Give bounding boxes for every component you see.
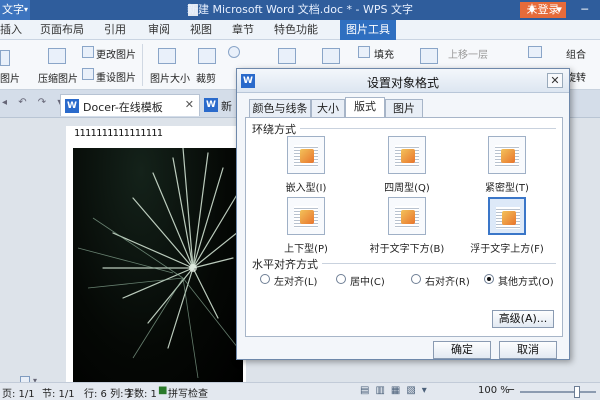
transparent-color-icon[interactable] [322,48,340,64]
tab-docer-templates[interactable]: W Docer-在线模板 ✕ [60,94,200,116]
fill-icon[interactable] [358,46,370,58]
tab-picture[interactable]: 图片 [385,99,423,117]
ok-button[interactable]: 确定 [433,341,491,359]
insert-picture-icon[interactable] [0,50,10,66]
tab-label: 新 [221,100,232,113]
contrast-icon[interactable] [228,46,240,58]
picture-icon [501,149,515,163]
align-other-label[interactable]: 其他方式(O) [498,273,554,288]
zoom-slider[interactable] [520,391,596,393]
dialog-title-bar[interactable]: W 设置对象格式 ✕ [237,69,569,93]
group-button[interactable]: 组合 [566,46,586,61]
bring-forward-button[interactable]: 上移一层 [448,46,488,61]
wrap-text-icon[interactable] [420,48,438,64]
close-icon[interactable]: ✕ [547,73,563,88]
menu-review[interactable]: 审阅 [148,20,170,40]
menu-references[interactable]: 引用 [104,20,126,40]
align-section-title: 水平对齐方式 [252,256,322,272]
wrap-top-bottom-option[interactable] [287,197,325,235]
menu-page-layout[interactable]: 页面布局 [40,20,84,40]
menu-bar: 插入 页面布局 引用 审阅 视图 章节 特色功能 图片工具 [0,20,600,40]
divider [320,263,556,264]
tab-label: Docer-在线模板 [83,101,163,114]
picture-size-button[interactable]: 图片大小 [150,70,190,85]
align-center-label[interactable]: 居中(C) [350,273,385,288]
menu-features[interactable]: 特色功能 [274,20,318,40]
wrap-inline-option[interactable] [287,136,325,174]
wrap-tight-option[interactable] [488,136,526,174]
spellcheck-button[interactable]: 拼写检查 [168,385,208,400]
reset-picture-button[interactable]: 重设图片 [96,69,136,84]
tab-layout[interactable]: 版式 [345,97,385,118]
wrap-square-label[interactable]: 四周型(Q) [377,179,437,194]
zoom-level[interactable]: 100 % [478,385,510,396]
title-bar: 文字 ▾ 新建 Microsoft Word 文档.doc * - WPS 文字 … [0,0,600,20]
window-title: 新建 Microsoft Word 文档.doc * - WPS 文字 [186,3,414,16]
compress-picture-button[interactable]: 压缩图片 [38,70,78,85]
menu-insert[interactable]: 插入 [0,20,22,40]
format-object-dialog: W 设置对象格式 ✕ 颜色与线条 大小 版式 图片 环绕方式 嵌入型(I) 四周… [236,68,570,360]
compress-picture-icon[interactable] [48,48,66,64]
tab-color-and-lines[interactable]: 颜色与线条 [249,99,311,117]
change-picture-button[interactable]: 更改图片 [96,46,136,61]
check-icon: ■ [158,385,168,396]
wrap-behind-text-label[interactable]: 衬于文字下方(B) [366,240,448,255]
reset-picture-icon[interactable] [82,68,94,80]
word-count[interactable]: 字数: 1 [124,385,157,400]
picture-style-icon[interactable] [278,48,296,64]
wrap-top-bottom-label[interactable]: 上下型(P) [276,240,336,255]
crop-icon[interactable] [198,48,216,64]
zoom-slider-thumb[interactable] [574,386,580,398]
navigation-arrows[interactable]: ◂ ↶ ↷ ▾ [2,97,66,108]
fireworks-image[interactable] [73,148,243,382]
close-icon[interactable]: ✕ [185,98,194,111]
cancel-button[interactable]: 取消 [499,341,557,359]
change-picture-icon[interactable] [82,46,94,58]
picture-icon [401,149,415,163]
picture-size-icon[interactable] [158,48,176,64]
align-right-label[interactable]: 右对齐(R) [425,273,470,288]
window-controls[interactable]: ♦ ▾ ─ [527,3,596,16]
wps-logo-icon: W [204,98,218,112]
picture-icon [300,149,314,163]
picture-icon [502,211,516,225]
ribbon-separator [142,44,143,86]
view-mode-icons[interactable]: ▤▥▦▧▾ [360,385,433,396]
wrap-square-option[interactable] [388,136,426,174]
wrap-in-front-label[interactable]: 浮于文字上方(F) [466,240,548,255]
fireworks-drawing [77,148,243,379]
align-other-radio[interactable] [484,274,494,284]
zoom-out-icon[interactable]: ─ [508,385,514,396]
dialog-title: 设置对象格式 [366,76,439,90]
align-center-radio[interactable] [336,274,346,284]
fill-button[interactable]: 填充 [374,46,394,61]
advanced-button[interactable]: 高级(A)... [492,310,554,328]
wrap-inline-label[interactable]: 嵌入型(I) [276,179,336,194]
document-text[interactable]: 1111111111111111 [74,128,163,139]
wrap-behind-text-option[interactable] [388,197,426,235]
layout-panel: 环绕方式 嵌入型(I) 四周型(Q) 紧密型(T) 上下型(P) 衬于文字下方(… [245,117,563,337]
crop-button[interactable]: 裁剪 [196,70,216,85]
divider [296,128,556,129]
align-icon[interactable] [528,46,542,58]
menu-view[interactable]: 视图 [190,20,212,40]
page-indicator[interactable]: 页: 1/1 [2,385,35,400]
status-bar: 页: 1/1 节: 1/1 行: 6 列: 1 字数: 1 ■ 拼写检查 ▤▥▦… [0,382,600,400]
wrap-in-front-option[interactable] [488,197,526,235]
section-indicator[interactable]: 节: 1/1 [42,385,75,400]
ribbon-left-label[interactable]: 图片 [0,70,20,85]
menu-sections[interactable]: 章节 [232,20,254,40]
align-left-radio[interactable] [260,274,270,284]
picture-icon [401,210,415,224]
wps-logo-icon: W [65,99,79,113]
wrap-tight-label[interactable]: 紧密型(T) [477,179,537,194]
picture-icon [300,210,314,224]
tab-size[interactable]: 大小 [311,99,345,117]
align-left-label[interactable]: 左对齐(L) [274,273,317,288]
menu-picture-tools[interactable]: 图片工具 [340,20,396,40]
wrap-section-title: 环绕方式 [252,121,300,137]
align-right-radio[interactable] [411,274,421,284]
